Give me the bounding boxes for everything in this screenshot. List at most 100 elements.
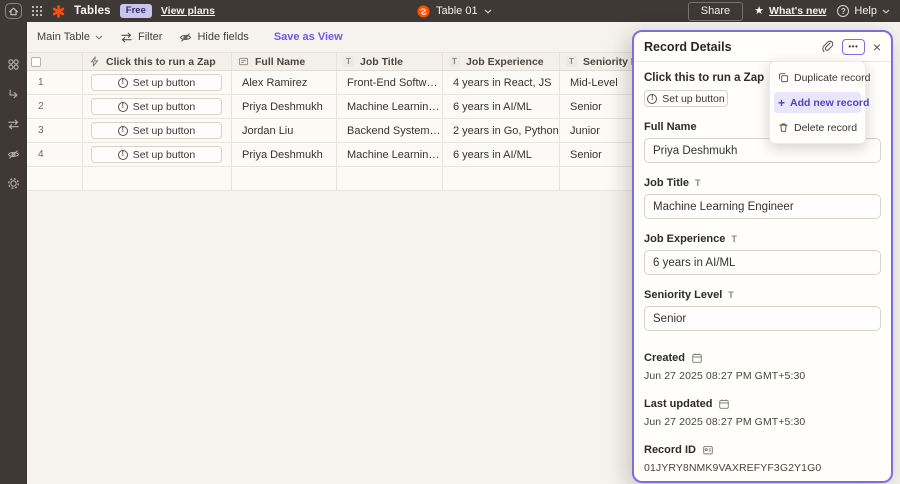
panel-setup-zap-button[interactable]: ! Set up button [644,90,728,107]
setup-zap-button[interactable]: !Set up button [91,146,222,163]
calendar-icon [691,352,703,364]
topbar-left: Tables Free View plans [5,0,215,22]
trash-icon [778,122,789,133]
meta-label-record-id: Record ID [644,444,881,456]
help-menu[interactable]: ? Help [837,5,890,17]
last-updated-value: Jun 27 2025 08:27 PM GMT+5:30 [644,416,881,428]
home-icon [8,6,19,17]
field-label-job-experience: Job ExperienceT [644,233,881,245]
share-button[interactable]: Share [688,2,743,21]
exclamation-icon: ! [118,78,128,88]
interfaces-icon[interactable] [7,58,20,71]
column-label: Full Name [255,56,305,68]
cell-job-experience[interactable]: 2 years in Go, Python [443,119,560,142]
filter-button[interactable]: Filter [120,31,162,44]
text-field-icon: T [728,290,734,300]
table-row[interactable]: 2 ! Set up button Priya Deshmukh Machine … [27,95,672,119]
eye-off-icon [179,31,192,44]
cell-full-name[interactable]: Priya Deshmukh [232,143,337,166]
seniority-input[interactable] [644,306,881,331]
filter-label: Filter [138,31,162,43]
copy-icon [778,72,789,83]
topbar-right: Share ★ What's new ? Help [688,0,890,22]
topbar: Tables Free View plans Table 01 Share ★ … [0,0,900,22]
whats-new-label: What's new [769,5,826,17]
meta-label-created: Created [644,352,881,364]
star-icon: ★ [754,6,764,17]
row-number: 4 [27,143,83,166]
zap-icon [89,56,100,67]
calendar-icon [718,398,730,410]
record-id-value: 01JYRY8NMK9VAXREFYF3G2Y1G0 [644,462,881,474]
column-header-full-name[interactable]: Full Name [232,53,337,70]
cell-job-experience[interactable]: 4 years in React, JS [443,71,560,94]
menu-item-add-new-record[interactable]: + Add new record [774,92,861,113]
whats-new-link[interactable]: ★ What's new [754,5,826,17]
hide-fields-label: Hide fields [197,31,248,43]
hide-fields-button[interactable]: Hide fields [179,31,248,44]
created-value: Jun 27 2025 08:27 PM GMT+5:30 [644,370,881,382]
row-number: 2 [27,95,83,118]
text-field-icon: T [343,56,354,67]
view-name: Main Table [37,31,90,43]
view-selector[interactable]: Main Table [37,31,103,43]
meta-label-last-updated: Last updated [644,398,881,410]
text-field-icon: T [695,178,701,188]
menu-item-label: Duplicate record [794,72,870,84]
table-header-row: Click this to run a Zap Full Name T Job … [27,52,672,71]
column-label: Job Experience [466,56,544,68]
view-plans-link[interactable]: View plans [161,5,215,17]
cell-job-title[interactable]: Machine Learning Engineer [337,143,443,166]
table-row[interactable]: 4 !Set up button Priya Deshmukh Machine … [27,143,672,167]
transfer-icon[interactable] [7,118,20,131]
field-label-seniority: Seniority LevelT [644,289,881,301]
text-field-icon: T [449,56,460,67]
record-id-icon [702,444,714,456]
menu-item-duplicate-record[interactable]: Duplicate record [774,67,861,88]
setup-zap-label: Set up button [133,101,195,113]
gear-icon[interactable] [7,177,20,190]
copy-link-icon[interactable] [821,40,834,53]
eye-off-icon[interactable] [7,148,20,161]
product-name: Tables [74,5,111,17]
cell-job-title[interactable]: Front-End Software Engineer [337,71,443,94]
setup-zap-button[interactable]: ! Set up button [91,98,222,115]
cell-job-title[interactable]: Machine Learning Engineer [337,95,443,118]
close-icon[interactable]: × [873,40,881,54]
cell-job-experience[interactable]: 6 years in AI/ML [443,95,560,118]
table-row[interactable]: 3 !Set up button Jordan Liu Backend Syst… [27,119,672,143]
home-button[interactable] [5,3,22,19]
zaps-icon[interactable] [7,88,20,101]
exclamation-icon: ! [118,102,128,112]
cell-full-name[interactable]: Jordan Liu [232,119,337,142]
cell-job-experience[interactable]: 6 years in AI/ML [443,143,560,166]
setup-zap-button[interactable]: !Set up button [91,74,222,91]
field-label-job-title: Job TitleT [644,177,881,189]
table-switcher[interactable]: Table 01 [417,0,492,22]
app-grid-icon[interactable] [31,5,43,17]
help-label: Help [854,5,877,17]
column-header-job-title[interactable]: T Job Title [337,53,443,70]
row-number: 1 [27,71,83,94]
exclamation-icon: ! [647,94,657,104]
column-label: Click this to run a Zap [106,56,216,68]
panel-header: Record Details ••• × [634,32,891,62]
job-experience-input[interactable] [644,250,881,275]
setup-zap-button[interactable]: !Set up button [91,122,222,139]
column-header-zap[interactable]: Click this to run a Zap [83,53,232,70]
job-title-input[interactable] [644,194,881,219]
chevron-down-icon [882,9,890,14]
record-context-menu: Duplicate record + Add new record Delete… [769,61,866,144]
cell-full-name[interactable]: Priya Deshmukh [232,95,337,118]
table-row[interactable]: 1 !Set up button Alex Ramirez Front-End … [27,71,672,95]
cell-job-title[interactable]: Backend Systems Developer [337,119,443,142]
record-menu-button[interactable]: ••• [842,39,865,55]
column-header-job-experience[interactable]: T Job Experience [443,53,560,70]
select-all-checkbox[interactable] [31,57,41,67]
empty-row[interactable] [27,167,672,191]
cell-full-name[interactable]: Alex Ramirez [232,71,337,94]
save-as-view-button[interactable]: Save as View [274,31,343,43]
table-logo-icon [417,5,430,18]
menu-item-delete-record[interactable]: Delete record [774,117,861,138]
exclamation-icon: ! [118,126,128,136]
